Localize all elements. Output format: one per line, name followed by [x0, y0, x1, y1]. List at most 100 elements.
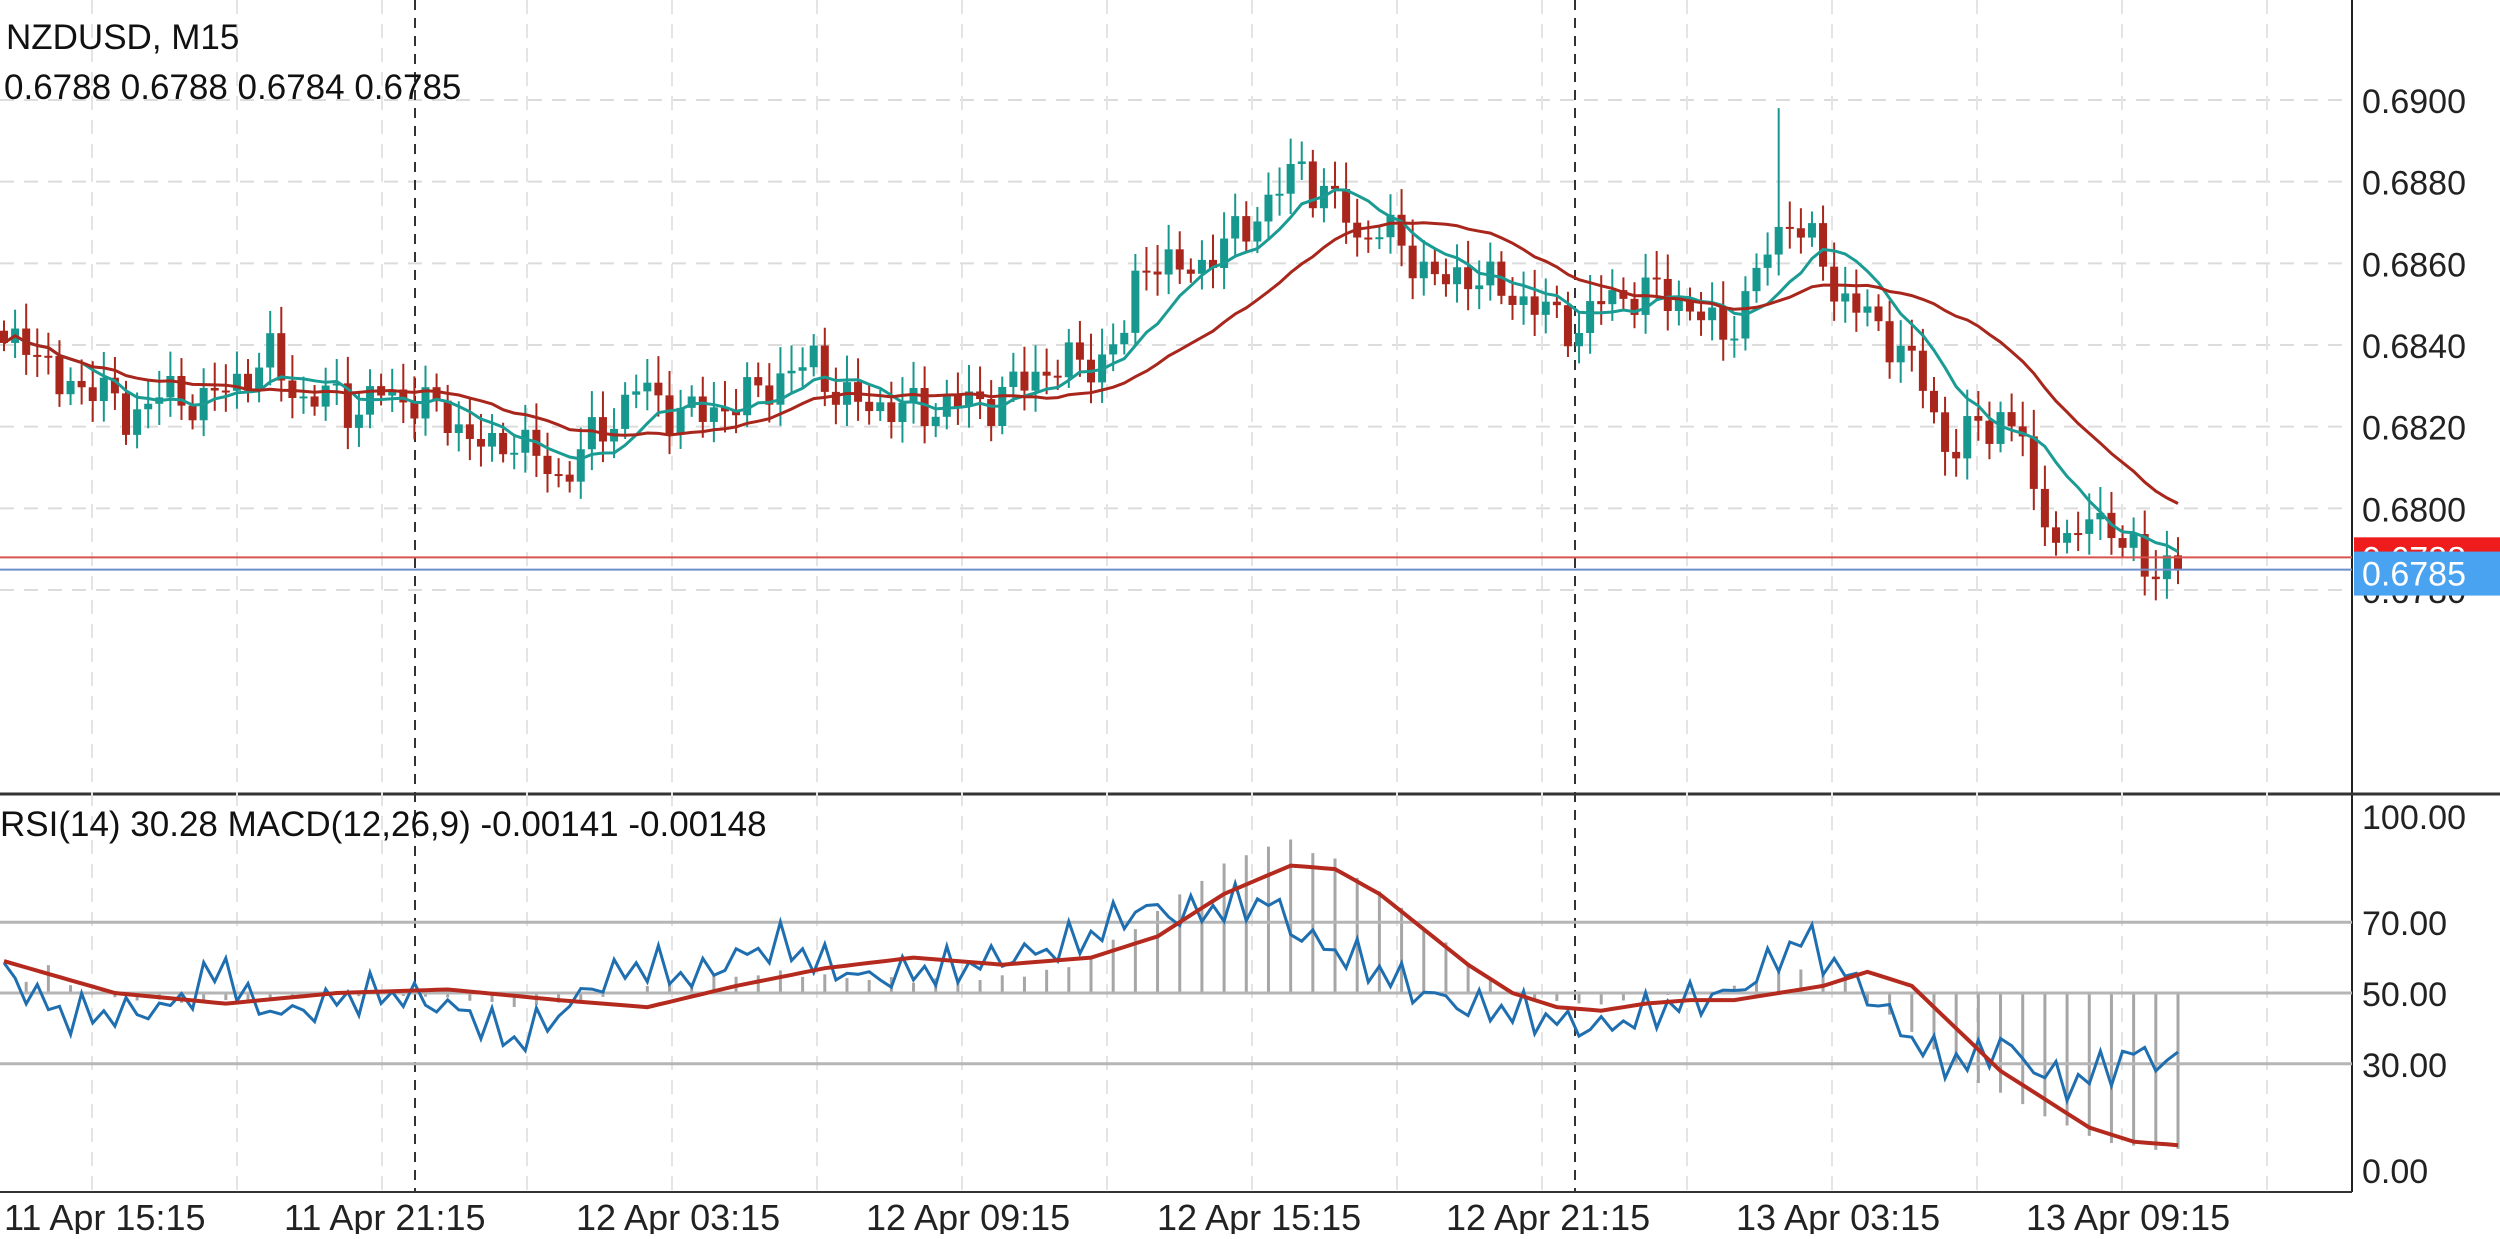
candle-body [1708, 307, 1717, 321]
rsi-tick-label: 0.00 [2362, 1153, 2428, 1191]
candle-body [465, 424, 474, 439]
candle-body [1175, 249, 1184, 270]
candle-body [1841, 293, 1850, 302]
candle-body [354, 414, 363, 428]
candle-body [1852, 293, 1861, 313]
candle-body [1109, 344, 1118, 355]
candle-body [554, 474, 563, 477]
candle-body [1907, 345, 1916, 351]
candle-body [1464, 267, 1473, 290]
time-tick-label: 11 Apr 21:15 [284, 1197, 486, 1234]
price-tick-label: 0.6840 [2362, 328, 2466, 366]
candle-body [621, 394, 630, 429]
price-tick-label: 0.6860 [2362, 246, 2466, 284]
candle-body [488, 432, 497, 447]
candle-body [266, 333, 275, 368]
candle-body [1663, 278, 1672, 311]
candle-body [77, 380, 86, 388]
candle-body [2007, 412, 2016, 427]
rsi-tick-label: 50.00 [2362, 976, 2447, 1014]
candle-body [809, 345, 818, 368]
candle-body [1697, 311, 1706, 321]
candle-body [2063, 533, 2072, 543]
candle-body [2040, 488, 2049, 528]
candle-body [1475, 285, 1484, 290]
candle-body [2029, 436, 2038, 489]
candle-body [1053, 375, 1062, 378]
time-tick-label: 12 Apr 09:15 [866, 1197, 1070, 1234]
candle-body [820, 345, 829, 392]
candle-body [1120, 332, 1129, 345]
candle-body [2118, 538, 2127, 548]
candle-body [1896, 345, 1905, 363]
candle-body [1774, 226, 1783, 255]
candle-body [1730, 338, 1739, 341]
candle-body [643, 382, 652, 392]
candle-body [2074, 533, 2083, 536]
candle-body [1275, 193, 1284, 196]
candle-body [1430, 261, 1439, 275]
candle-body [1608, 290, 1617, 305]
candle-body [410, 402, 419, 419]
candle-body [1796, 228, 1805, 238]
candle-body [1541, 301, 1550, 315]
candle-body [210, 388, 219, 391]
chart-background [0, 0, 2500, 1234]
candle-body [1819, 223, 1828, 267]
candle-body [654, 382, 663, 396]
chart-canvas[interactable]: 0.6900 0.6880 0.6860 0.6840 0.6820 0.6800 0.67… [0, 0, 2500, 1238]
candle-body [221, 390, 230, 393]
candle-body [1586, 301, 1595, 333]
candle-body [1375, 237, 1384, 240]
candle-body [1974, 416, 1983, 421]
candle-body [476, 438, 485, 447]
candle-body [2129, 534, 2138, 548]
price-tick-label: 0.6800 [2362, 491, 2466, 529]
candle-body [865, 401, 874, 412]
candle-body [665, 395, 674, 435]
candle-body [587, 417, 596, 450]
candle-body [33, 354, 42, 357]
candle-body [1597, 301, 1606, 305]
candle-body [1020, 371, 1029, 391]
candle-body [1963, 416, 1972, 459]
candle-body [1785, 226, 1794, 229]
candle-body [709, 407, 718, 422]
candle-body [632, 391, 641, 395]
time-tick-label: 12 Apr 21:15 [1446, 1197, 1650, 1234]
bid-price-badge-text: 0.6785 [2362, 556, 2466, 594]
symbol-label: NZDUSD, M15 [6, 18, 240, 57]
candle-body [787, 370, 796, 374]
candle-body [1364, 237, 1373, 240]
candle-body [2162, 555, 2171, 580]
candle-body [1075, 342, 1084, 360]
candle-body [876, 402, 885, 412]
candle-body [321, 385, 330, 407]
candle-body [299, 396, 308, 399]
candle-body [1763, 254, 1772, 268]
price-tick-label: 0.6900 [2362, 83, 2466, 121]
candle-body [2085, 519, 2094, 534]
candle-body [953, 395, 962, 407]
candle-body [1952, 451, 1961, 459]
candle-body [310, 396, 319, 407]
candle-body [1186, 269, 1195, 274]
candle-body [44, 355, 53, 358]
candle-body [1874, 306, 1883, 322]
candle-body [1530, 296, 1539, 315]
candle-body [1441, 274, 1450, 285]
candle-body [543, 455, 552, 475]
candle-body [1131, 270, 1140, 333]
candle-body [1453, 267, 1462, 285]
candle-body [1164, 249, 1173, 275]
candle-body [898, 402, 907, 423]
indicator-label: RSI(14) 30.28 MACD(12,26,9) -0.00141 -0.… [0, 805, 767, 844]
candle-body [565, 474, 574, 482]
candle-body [454, 424, 463, 434]
candle-body [1408, 245, 1417, 279]
candle-body [166, 375, 175, 398]
candle-body [1031, 371, 1040, 391]
chart-root: 0.6900 0.6880 0.6860 0.6840 0.6820 0.6800 0.67… [0, 0, 2500, 1238]
candle-body [1009, 371, 1018, 387]
candle-body [987, 399, 996, 427]
